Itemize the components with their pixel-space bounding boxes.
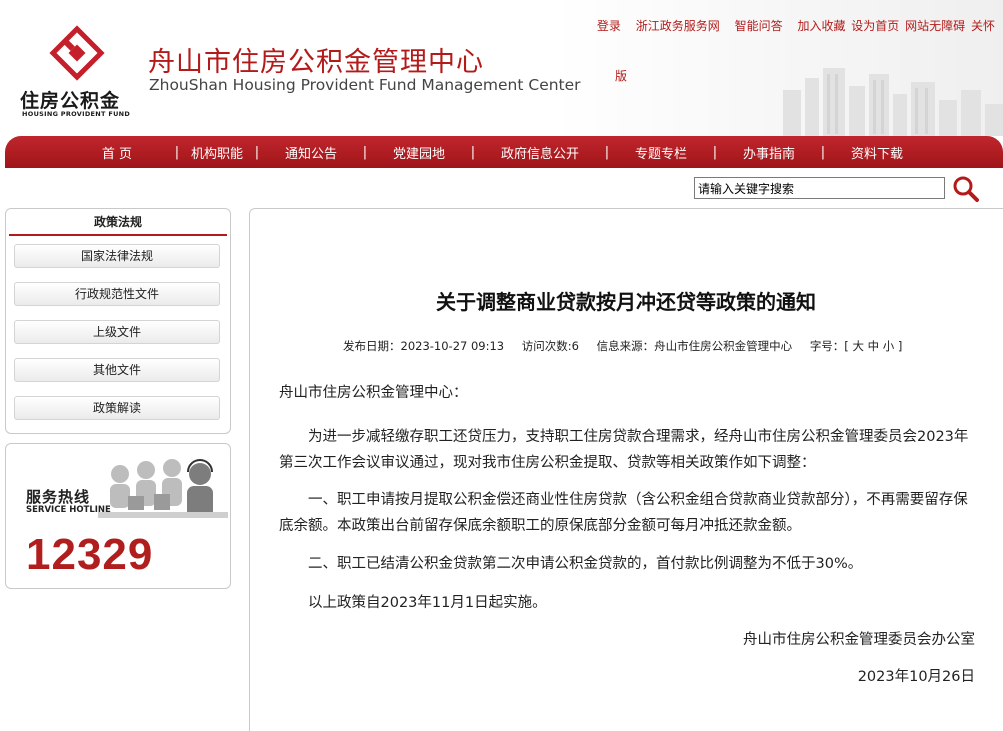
- sidebar-item-normative-docs[interactable]: 行政规范性文件: [14, 282, 220, 306]
- add-favorite-link[interactable]: 加入收藏: [797, 19, 845, 33]
- set-homepage-link[interactable]: 设为首页: [851, 19, 899, 33]
- publish-date: 发布日期：2023-10-27 09:13: [343, 339, 505, 353]
- article-signature: 舟山市住房公积金管理委员会办公室: [743, 632, 975, 648]
- article-salutation: 舟山市住房公积金管理中心：: [279, 385, 468, 401]
- hotline-number: 12329: [26, 530, 154, 579]
- sidebar-item-policy-interpretation[interactable]: 政策解读: [14, 396, 220, 420]
- logo-emblem-icon: [49, 25, 105, 81]
- nav-notices[interactable]: 通知公告: [269, 143, 353, 162]
- sidebar-item-other-docs[interactable]: 其他文件: [14, 358, 220, 382]
- site-title-en: ZhouShan Housing Provident Fund Manageme…: [149, 76, 581, 94]
- hotline-label-cn: 服务热线: [26, 488, 91, 506]
- nav-home[interactable]: 首 页: [69, 143, 165, 162]
- city-skyline-illustration: [783, 68, 1003, 136]
- nav-separator: |: [470, 144, 476, 160]
- article-title: 关于调整商业贷款按月冲还贷等政策的通知: [436, 290, 816, 314]
- article-paragraph: 二、职工已结清公积金贷款第二次申请公积金贷款的，首付款比例调整为不低于30%。: [308, 556, 863, 572]
- info-source: 信息来源：舟山市住房公积金管理中心: [596, 339, 793, 353]
- sidebar-item-national-laws[interactable]: 国家法律法规: [14, 244, 220, 268]
- article-paragraph: 为进一步减轻缴存职工还贷压力，支持职工住房贷款合理需求，经舟山市住房公积金管理委…: [279, 429, 969, 471]
- nav-separator: |: [174, 144, 180, 160]
- article-meta: 发布日期：2023-10-27 09:13 访问次数:6 信息来源：舟山市住房公…: [343, 338, 916, 354]
- nav-separator: |: [254, 144, 260, 160]
- nav-gov-info[interactable]: 政府信息公开: [485, 143, 595, 162]
- zjzwfw-link[interactable]: 浙江政务服务网: [636, 19, 720, 33]
- sidebar-item-superior-docs[interactable]: 上级文件: [14, 320, 220, 344]
- site-title-cn: 舟山市住房公积金管理中心: [148, 47, 484, 78]
- main-nav: 首 页 | 机构职能 | 通知公告 | 党建园地 | 政府信息公开 | 专题专栏…: [5, 136, 1003, 168]
- site-header: 住房公积金 HOUSING PROVIDENT FUND 舟山市住房公积金管理中…: [0, 0, 1003, 136]
- service-hotline-banner[interactable]: 服务热线 SERVICE HOTLINE 12329: [5, 443, 231, 589]
- nav-separator: |: [362, 144, 368, 160]
- nav-separator: |: [604, 144, 610, 160]
- nav-separator: |: [820, 144, 826, 160]
- policy-sidebar: 政策法规 国家法律法规 行政规范性文件 上级文件 其他文件 政策解读: [5, 208, 231, 434]
- site-logo[interactable]: 住房公积金 HOUSING PROVIDENT FUND: [18, 24, 136, 124]
- nav-guide[interactable]: 办事指南: [727, 143, 811, 162]
- article-paragraph: 一、职工申请按月提取公积金偿还商业性住房贷款（含公积金组合贷款商业贷款部分），不…: [279, 492, 968, 534]
- login-link[interactable]: 登录: [597, 19, 621, 33]
- nav-downloads[interactable]: 资料下载: [835, 143, 919, 162]
- font-size-control[interactable]: 字号：[ 大 中 小 ]: [810, 339, 903, 353]
- search-icon[interactable]: [951, 174, 979, 202]
- accessibility-link[interactable]: 网站无障碍: [905, 19, 965, 33]
- article-sign-date: 2023年10月26日: [857, 669, 975, 685]
- hotline-label-en: SERVICE HOTLINE: [26, 505, 111, 515]
- call-center-staff-icon: [98, 459, 228, 518]
- logo-text-cn: 住房公积金: [20, 90, 121, 112]
- nav-organization[interactable]: 机构职能: [189, 143, 245, 162]
- nav-separator: |: [712, 144, 718, 160]
- nav-topics[interactable]: 专题专栏: [619, 143, 703, 162]
- top-links: 登录 浙江政务服务网 智能问答 加入收藏 设为首页 网站无障碍 关怀: [586, 17, 995, 34]
- article-paragraph: 以上政策自2023年11月1日起实施。: [308, 595, 547, 611]
- nav-party-building[interactable]: 党建园地: [377, 143, 461, 162]
- visit-count: 访问次数:6: [521, 339, 579, 353]
- care-mode-link[interactable]: 关怀: [971, 19, 995, 33]
- sidebar-heading: 政策法规: [9, 209, 227, 236]
- logo-text-en: HOUSING PROVIDENT FUND: [22, 110, 131, 118]
- smart-qa-link[interactable]: 智能问答: [735, 19, 783, 33]
- care-mode-link-suffix[interactable]: 版: [615, 67, 627, 84]
- search-input[interactable]: [694, 177, 945, 199]
